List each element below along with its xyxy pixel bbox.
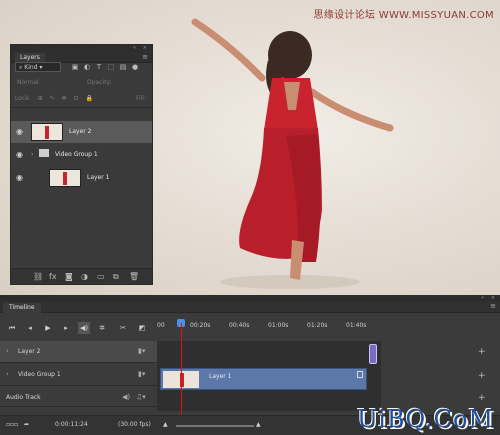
music-note-icon[interactable]: ♫▾ [136,393,146,401]
lock-label: Lock: [15,95,31,102]
lock-position-icon[interactable]: ✥ [62,94,67,104]
clip-end-icon [357,371,363,378]
filter-kind-select[interactable]: ⌕ Kind ▾ [15,62,61,72]
brand-watermark: UiBQ.CoM [356,405,494,433]
frame-rate: (30.00 fps) [118,421,151,428]
shape-filter-icon[interactable]: ⬚ [105,62,117,72]
layer-row-layer-2[interactable]: ◉ Layer 2 [11,121,152,143]
current-time: 0:00:11:24 [55,421,88,428]
new-group-icon[interactable]: ▭ [97,272,105,281]
expand-chevron-icon[interactable]: › [31,151,33,158]
video-group-icon [39,149,49,157]
zoom-out-icon[interactable]: ▲ [163,421,168,428]
first-frame-icon[interactable]: ⏮ [6,322,18,334]
ruler-tick: 00:20s [190,322,211,329]
panel-menu-icon[interactable]: ≡ [142,53,148,61]
panel-menu-icon[interactable]: ≡ [490,302,496,310]
ruler-tick: 01:40s [346,322,367,329]
ruler-tick: 00 [157,322,165,329]
transition-icon[interactable]: ◩ [136,322,148,334]
track-label: Video Group 1 [18,371,61,378]
track-label: Layer 2 [18,348,41,355]
layer-thumbnail [31,123,63,141]
filter-kind-label: Kind [24,64,38,71]
lock-image-icon[interactable]: ✎ [50,94,55,104]
render-video-icon[interactable]: ➦ [24,421,29,428]
filter-toggle-icon[interactable]: ● [129,62,141,72]
visibility-eye-icon[interactable]: ◉ [16,127,23,136]
lock-controls: Lock: ⊞ ✎ ✥ ⊡ 🔒 [15,94,98,104]
film-icon[interactable]: ▮▾ [138,370,145,378]
visibility-eye-icon[interactable]: ◉ [16,173,23,182]
film-icon[interactable]: ▮▾ [138,347,145,355]
fill-label: Fill: [135,95,146,102]
blend-mode-select[interactable]: Normal [15,78,81,88]
ruler-tick: 01:00s [268,322,289,329]
tab-timeline[interactable]: Timeline [3,303,41,313]
layers-panel: « × Layers ≡ ⌕ Kind ▾ ▣ ◐ T ⬚ ▤ ● Normal Opac… [10,44,153,285]
new-layer-icon[interactable]: ⧉ [113,272,119,282]
track-label: Audio Track [6,394,41,401]
layer-row-video-group-1[interactable]: ◉ › Video Group 1 [11,144,152,166]
play-icon[interactable]: ▶ [42,322,54,334]
timeline-tracks-area[interactable]: Layer 1 [157,341,381,411]
split-scissors-icon[interactable]: ✂ [117,322,129,334]
mute-audio-icon[interactable]: ◀) [122,393,130,401]
visibility-eye-icon[interactable]: ◉ [16,150,23,159]
adjustment-layer-icon[interactable]: ◑ [81,272,88,281]
opacity-label: Opacity: [87,79,112,86]
add-media-icon[interactable]: + [478,371,486,381]
smart-object-filter-icon[interactable]: ▤ [117,62,129,72]
expand-chevron-icon[interactable]: › [6,370,9,378]
clip-label: Layer 1 [209,373,232,380]
lock-artboard-icon[interactable]: ⊡ [73,94,78,104]
layer-name: Layer 1 [87,174,110,181]
track-audio[interactable]: Audio Track ◀) ♫▾ [0,387,157,407]
trash-icon[interactable]: 🗑 [129,272,139,281]
add-media-column: + + + [466,341,500,411]
pixel-filter-icon[interactable]: ▣ [69,62,81,72]
track-video-group-1[interactable]: › Video Group 1 ▮▾ [0,364,157,386]
lock-all-icon[interactable]: 🔒 [85,94,92,104]
layer-name: Layer 2 [69,128,92,135]
type-filter-icon[interactable]: T [93,62,105,72]
link-layers-icon[interactable]: ⛓ [33,272,43,281]
add-media-icon[interactable]: + [478,393,486,403]
next-frame-icon[interactable]: ▸ [60,322,72,334]
add-mask-icon[interactable]: ◙ [65,272,73,281]
ruler-tick: 00:40s [229,322,250,329]
previous-frame-icon[interactable]: ◂ [24,322,36,334]
ruler-tick: 01:20s [307,322,328,329]
fx-icon[interactable]: fx [49,272,57,281]
layer-2-clip[interactable] [369,344,377,364]
zoom-slider[interactable] [176,425,254,427]
zoom-in-icon[interactable]: ▲ [256,421,261,428]
expand-chevron-icon[interactable]: › [6,347,9,355]
layer-row-layer-1[interactable]: ◉ Layer 1 [11,167,152,189]
layer-thumbnail [49,169,81,187]
time-ruler[interactable]: 00 00:20s 00:40s 01:00s 01:20s 01:40s [157,319,381,337]
lock-transparent-icon[interactable]: ⊞ [38,94,43,104]
video-clip-layer-1[interactable]: Layer 1 [160,368,367,390]
audio-icon[interactable]: ◀) [78,322,90,334]
settings-gear-icon[interactable]: ✲ [96,322,108,334]
convert-frames-icon[interactable]: ▫▫▫ [6,421,18,428]
adjustment-filter-icon[interactable]: ◐ [81,62,93,72]
layer-name: Video Group 1 [55,151,98,158]
add-media-icon[interactable]: + [478,347,486,357]
track-layer-2[interactable]: › Layer 2 ▮▾ [0,341,157,363]
layers-bottom-toolbar: ⛓ fx ◙ ◑ ▭ ⧉ 🗑 [11,268,152,284]
